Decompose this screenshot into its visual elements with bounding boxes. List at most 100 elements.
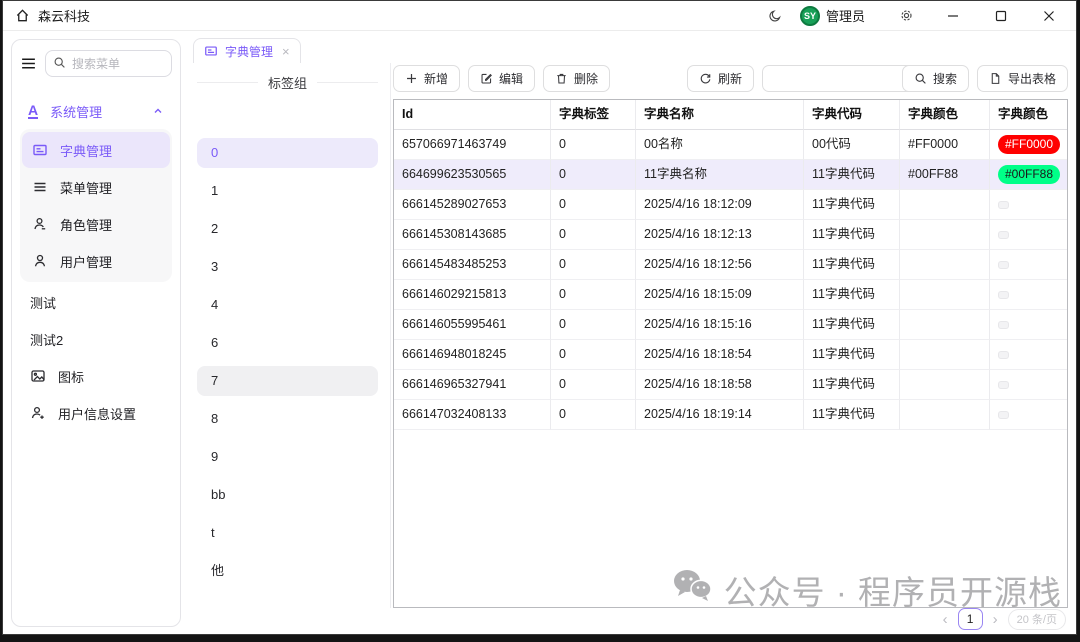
table-cell: 0 (551, 310, 636, 340)
table-cell (900, 340, 990, 370)
sidebar-item-test[interactable]: 测试 (20, 284, 172, 320)
table-cell: 2025/4/16 18:18:58 (636, 370, 804, 400)
table-row[interactable]: 666146948018245 0 2025/4/16 18:18:54 11字典代码 (394, 340, 1067, 370)
sidebar-item-roles[interactable]: 角色管理 (22, 206, 170, 242)
prev-page-icon[interactable]: ‹ (943, 612, 948, 627)
table-cell: 0 (551, 340, 636, 370)
page-size-select[interactable]: 20 条/页 (1007, 608, 1066, 630)
table-cell: 11字典代码 (804, 310, 900, 340)
tag-group-panel: 标签组 0 1 2 3 4 6 7 8 9 bb t 他 (189, 63, 391, 608)
table-row[interactable]: 666145308143685 0 2025/4/16 18:12:13 11字典代码 (394, 220, 1067, 250)
export-button[interactable]: 导出表格 (976, 64, 1068, 92)
sidebar-group-system[interactable]: A 系统管理 (20, 93, 172, 129)
close-button[interactable] (1034, 4, 1064, 28)
empty-color-badge (998, 320, 1009, 329)
table-row[interactable]: 666146029215813 0 2025/4/16 18:15:09 11字典代码 (394, 280, 1067, 310)
table-cell (900, 280, 990, 310)
table-cell: 2025/4/16 18:12:13 (636, 220, 804, 250)
table-cell: 2025/4/16 18:15:09 (636, 280, 804, 310)
collapse-menu-icon[interactable] (20, 55, 37, 72)
column-header[interactable]: 字典颜色 (900, 100, 990, 130)
app-window: 森云科技 SY 管理员 搜索菜单 A 系统管理 字典管理 菜单管理 角色管理 用… (2, 0, 1077, 635)
sidebar-item-user-info-settings[interactable]: 用户信息设置 (20, 395, 172, 431)
table-cell-color-badge (990, 400, 1067, 430)
maximize-button[interactable] (986, 4, 1016, 28)
tag-group-title: 标签组 (197, 73, 378, 92)
chevron-up-icon[interactable] (152, 105, 164, 117)
tag-group-item[interactable]: bb (197, 480, 378, 510)
sidebar-item-dict[interactable]: 字典管理 (22, 132, 170, 168)
search-button[interactable]: 搜索 (901, 64, 969, 92)
empty-color-badge (998, 350, 1009, 359)
dark-mode-icon[interactable] (768, 9, 782, 23)
table-cell: 0 (551, 220, 636, 250)
sidebar-item-users[interactable]: 用户管理 (22, 243, 170, 279)
sidebar-item-label: 菜单管理 (60, 180, 113, 196)
sidebar-item-icons[interactable]: 图标 (20, 358, 172, 394)
tab-close-icon[interactable]: × (282, 44, 290, 59)
table-cell-color-badge (990, 250, 1067, 280)
current-page-button[interactable]: 1 (957, 608, 983, 630)
home-icon[interactable] (15, 8, 30, 23)
user-menu[interactable]: SY 管理员 (799, 5, 865, 26)
table-cell-color-badge: #FF0000 (990, 130, 1067, 160)
tag-group-item[interactable]: 0 (197, 138, 378, 168)
tab-dict-management[interactable]: 字典管理 × (193, 38, 301, 63)
table-cell: 666146055995461 (394, 310, 551, 340)
system-group-icon: A (28, 101, 39, 120)
table-row[interactable]: 666146055995461 0 2025/4/16 18:15:16 11字典代码 (394, 310, 1067, 340)
tag-group-item[interactable]: 他 (197, 556, 378, 586)
tag-group-item[interactable]: 6 (197, 328, 378, 358)
column-header[interactable]: Id (394, 100, 551, 130)
table-row[interactable]: 657066971463749 0 00名称 00代码 #FF0000 #FF0000 (394, 130, 1067, 160)
column-header[interactable]: 字典名称 (636, 100, 804, 130)
app-title: 森云科技 (38, 9, 91, 24)
delete-button[interactable]: 删除 (543, 64, 611, 92)
avatar[interactable]: SY (799, 5, 820, 26)
settings-gear-icon[interactable] (899, 8, 914, 23)
table-cell: 00名称 (636, 130, 804, 160)
table-row[interactable]: 666146965327941 0 2025/4/16 18:18:58 11字典代码 (394, 370, 1067, 400)
tag-group-item[interactable] (197, 100, 378, 130)
tag-group-item[interactable]: 4 (197, 290, 378, 320)
tag-group-item[interactable]: t (197, 518, 378, 548)
column-header[interactable]: 字典颜色 (990, 100, 1067, 130)
table-cell: 11字典代码 (804, 340, 900, 370)
table-cell: 666147032408133 (394, 400, 551, 430)
table-cell: 666146948018245 (394, 340, 551, 370)
table-cell: 11字典代码 (804, 190, 900, 220)
sidebar-item-menu[interactable]: 菜单管理 (22, 169, 170, 205)
table-toolbar: 新增 编辑 删除 刷新 搜索 导出表格 (393, 63, 1068, 99)
table-row[interactable]: 664699623530565 0 11字典名称 11字典代码 #00FF88 #00FF… (394, 160, 1067, 190)
sidebar-item-test2[interactable]: 测试2 (20, 321, 172, 357)
tag-group-item[interactable]: 7 (197, 366, 378, 396)
tag-group-item[interactable]: 8 (197, 404, 378, 434)
user-icon (32, 253, 48, 269)
pagination: ‹ 1 › 20 条/页 (943, 608, 1066, 630)
next-page-icon[interactable]: › (993, 612, 998, 627)
table-cell-color-badge (990, 310, 1067, 340)
table-row[interactable]: 666147032408133 0 2025/4/16 18:19:14 11字典代码 (394, 400, 1067, 430)
minimize-button[interactable] (938, 4, 968, 28)
table-row[interactable]: 666145289027653 0 2025/4/16 18:12:09 11字典代码 (394, 190, 1067, 220)
table-cell: 00代码 (804, 130, 900, 160)
tag-group-item[interactable]: 1 (197, 176, 378, 206)
refresh-button[interactable]: 刷新 (686, 64, 754, 92)
user-plus-icon (30, 405, 46, 421)
table-cell-color-badge (990, 190, 1067, 220)
dict-table-area: 新增 编辑 删除 刷新 搜索 导出表格 Id 字典标签 字典名称 字典代码 字典… (393, 63, 1068, 608)
tag-group-item[interactable]: 3 (197, 252, 378, 282)
tag-group-item[interactable]: 2 (197, 214, 378, 244)
table-row[interactable]: 666145483485253 0 2025/4/16 18:12:56 11字典代码 (394, 250, 1067, 280)
sidebar-item-label: 用户管理 (60, 254, 113, 270)
table-cell: 2025/4/16 18:19:14 (636, 400, 804, 430)
column-header[interactable]: 字典代码 (804, 100, 900, 130)
tag-group-item[interactable]: 9 (197, 442, 378, 472)
sidebar-item-label: 用户信息设置 (58, 406, 137, 422)
table-cell: 2025/4/16 18:12:09 (636, 190, 804, 220)
color-badge: #00FF88 (998, 165, 1061, 185)
column-header[interactable]: 字典标签 (551, 100, 636, 130)
table-cell: 11字典代码 (804, 370, 900, 400)
edit-button[interactable]: 编辑 (468, 64, 536, 92)
add-button[interactable]: 新增 (393, 64, 461, 92)
